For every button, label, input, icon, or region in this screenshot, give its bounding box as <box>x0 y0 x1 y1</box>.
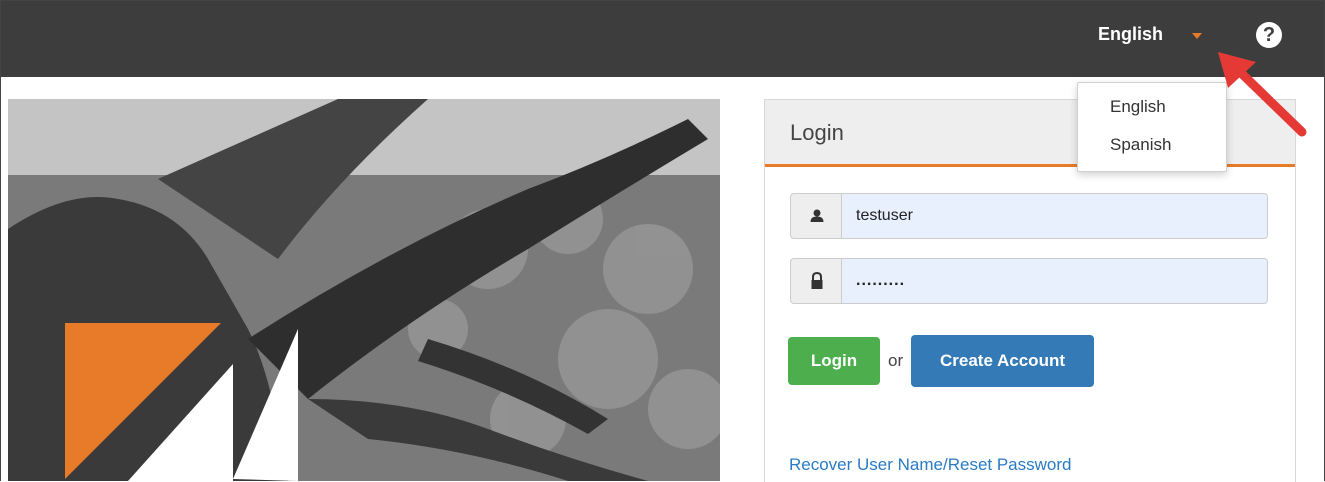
password-input[interactable] <box>842 258 1268 304</box>
login-button[interactable]: Login <box>788 337 880 385</box>
lock-icon <box>790 258 842 304</box>
recover-password-link[interactable]: Recover User Name/Reset Password <box>789 455 1071 475</box>
hero-image <box>8 99 720 481</box>
username-input[interactable] <box>842 193 1268 239</box>
question-circle-icon[interactable]: ? <box>1256 22 1282 48</box>
login-panel-title: Login <box>790 120 844 145</box>
caret-down-icon[interactable] <box>1192 33 1202 39</box>
language-dropdown-menu: English Spanish <box>1077 82 1227 172</box>
annotation-arrow-icon <box>1218 52 1307 137</box>
user-icon <box>790 193 842 239</box>
create-account-button[interactable]: Create Account <box>911 335 1094 387</box>
language-selector[interactable]: English <box>1098 24 1163 45</box>
language-option-spanish[interactable]: Spanish <box>1110 135 1171 155</box>
password-input-group <box>790 258 1268 304</box>
username-input-group <box>790 193 1268 239</box>
or-separator: or <box>888 351 904 370</box>
language-option-english[interactable]: English <box>1110 97 1166 117</box>
tree-photo <box>8 99 720 481</box>
